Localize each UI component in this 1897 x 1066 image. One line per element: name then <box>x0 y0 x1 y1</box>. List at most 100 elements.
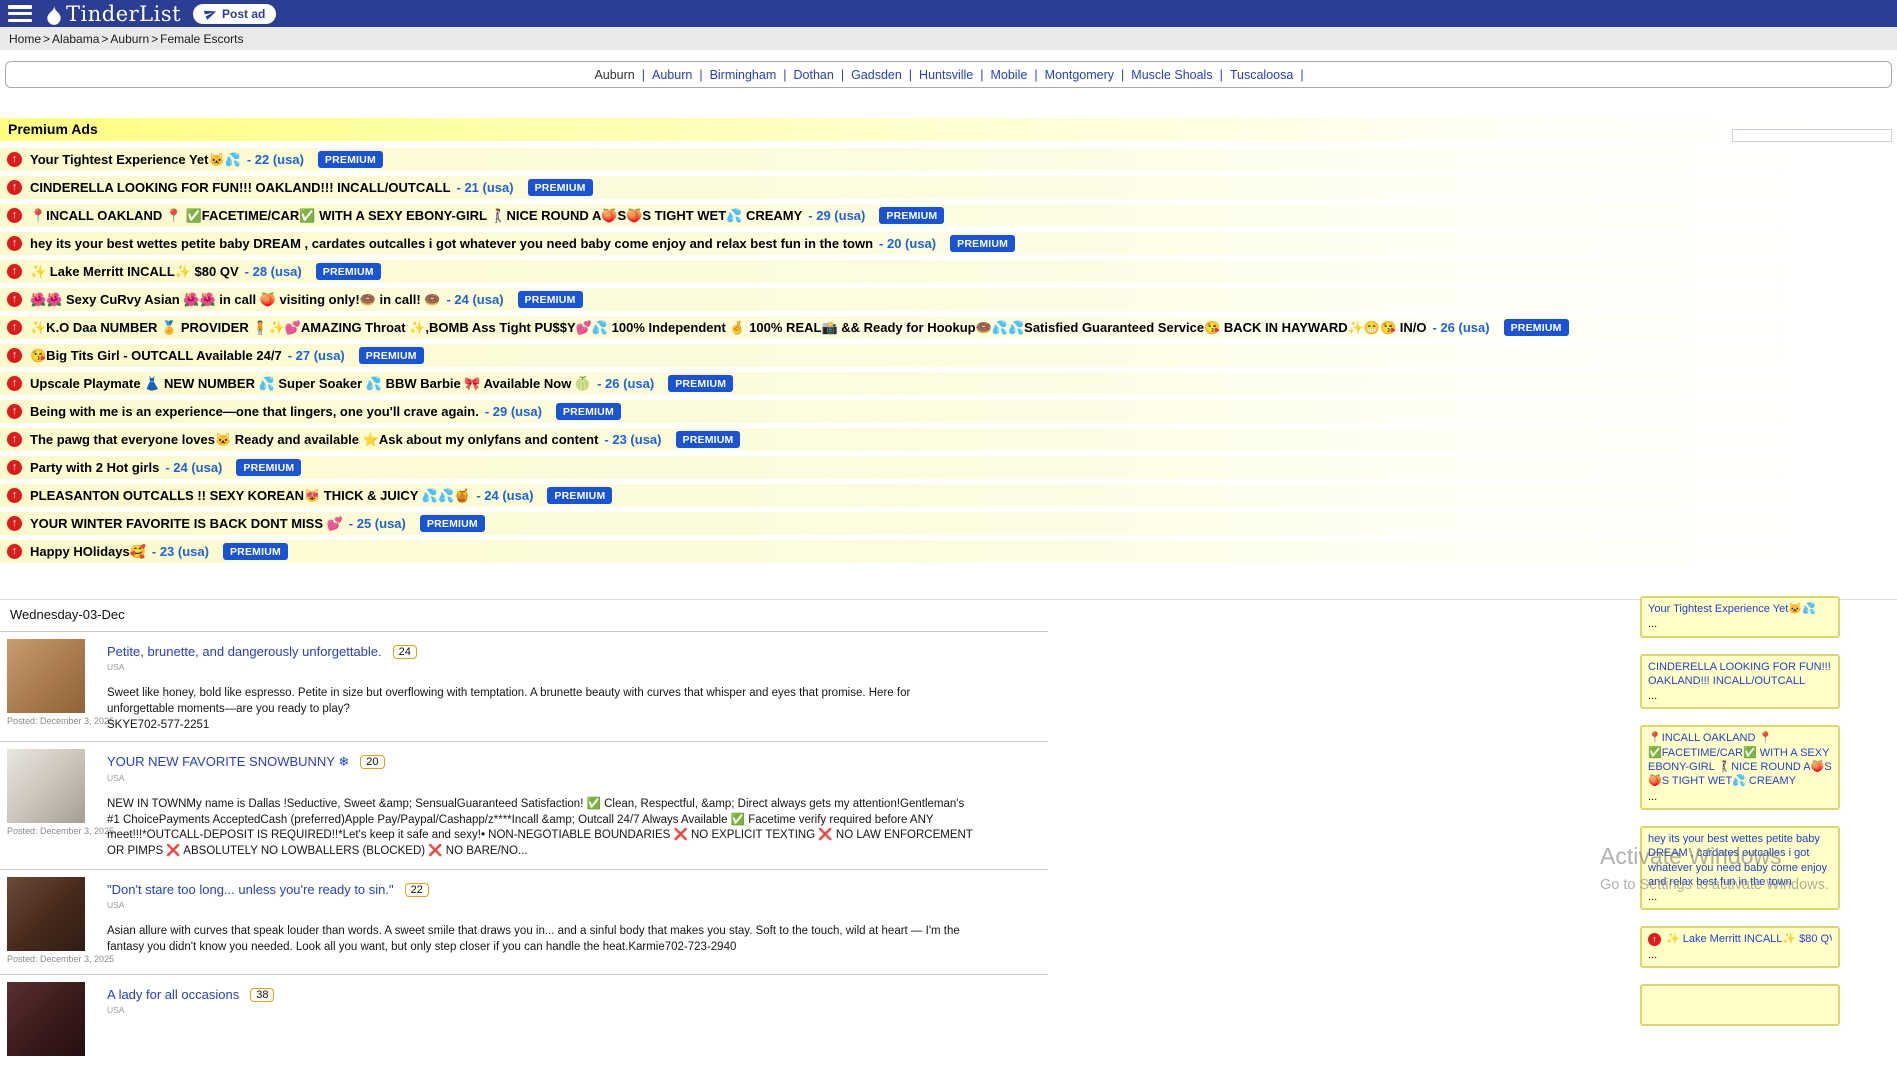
listing-title-link[interactable]: Petite, brunette, and dangerously unforg… <box>107 644 382 659</box>
site-logo[interactable]: TinderList <box>44 2 181 26</box>
breadcrumb-category[interactable]: Female Escorts <box>160 32 243 46</box>
premium-ad-title[interactable]: ✨K.O Daa NUMBER 🏅 PROVIDER 🧍✨💕AMAZING Th… <box>30 320 1427 336</box>
premium-ad-row[interactable]: ↑ ✨K.O Daa NUMBER 🏅 PROVIDER 🧍✨💕AMAZING … <box>0 316 1897 339</box>
premium-ad-row[interactable]: ↑ Being with me is an experience—one tha… <box>0 400 1897 423</box>
premium-ad-row[interactable]: ↑ 📍INCALL OAKLAND 📍 ✅FACETIME/CAR✅ WITH … <box>0 204 1897 227</box>
sidebar-ad-link[interactable]: CINDERELLA LOOKING FOR FUN!!! OAKLAND!!!… <box>1648 660 1832 689</box>
city-link-dothan[interactable]: Dothan <box>790 68 838 82</box>
listing-title-link[interactable]: YOUR NEW FAVORITE SNOWBUNNY ❄ <box>107 754 349 770</box>
premium-ad-age: - 26 (usa) <box>1433 320 1490 335</box>
premium-ad-age: - 21 (usa) <box>457 180 514 195</box>
sidebar-premium-box[interactable]: 📍INCALL OAKLAND 📍 ✅FACETIME/CAR✅ WITH A … <box>1640 725 1840 809</box>
premium-ad-title[interactable]: 📍INCALL OAKLAND 📍 ✅FACETIME/CAR✅ WITH A … <box>30 208 802 224</box>
city-link-huntsville[interactable]: Huntsville <box>915 68 977 82</box>
sidebar-ad-link[interactable]: ✨ Lake Merritt INCALL✨ $80 QV <box>1666 932 1832 946</box>
sidebar-ad-ellipsis: ... <box>1648 890 1832 904</box>
city-link-gadsden[interactable]: Gadsden <box>847 68 906 82</box>
premium-ad-title[interactable]: YOUR WINTER FAVORITE IS BACK DONT MISS 💕 <box>30 516 343 532</box>
city-separator: | <box>780 68 789 82</box>
premium-ad-row[interactable]: ↑ Happy HOlidays🥰 - 23 (usa) PREMIUM <box>0 540 1897 563</box>
premium-ad-row[interactable]: ↑ YOUR WINTER FAVORITE IS BACK DONT MISS… <box>0 512 1897 535</box>
premium-ad-row[interactable]: ↑ Your Tightest Experience Yet🐱💦 - 22 (u… <box>0 148 1897 171</box>
listing-thumbnail[interactable] <box>7 639 85 713</box>
premium-ad-row[interactable]: ↑ 🌺🌺 Sexy CuRvy Asian 🌺🌺 in call 🍑 visit… <box>0 288 1897 311</box>
premium-ad-age: - 24 (usa) <box>165 460 222 475</box>
up-arrow-icon: ↑ <box>7 488 22 503</box>
up-arrow-icon: ↑ <box>7 460 22 475</box>
premium-ad-title[interactable]: Happy HOlidays🥰 <box>30 544 146 560</box>
premium-ad-row[interactable]: ↑ CINDERELLA LOOKING FOR FUN!!! OAKLAND!… <box>0 176 1897 199</box>
city-separator: | <box>1118 68 1127 82</box>
premium-ad-row[interactable]: ↑ PLEASANTON OUTCALLS !! SEXY KOREAN😻 TH… <box>0 484 1897 507</box>
city-separator: | <box>838 68 847 82</box>
sidebar-ad-link[interactable]: hey its your best wettes petite baby DRE… <box>1648 832 1832 889</box>
premium-ad-title[interactable]: hey its your best wettes petite baby DRE… <box>30 236 873 251</box>
sidebar-premium-box[interactable]: ↑ ✨ Lake Merritt INCALL✨ $80 QV ... <box>1640 926 1840 968</box>
listing-contact: SKYE702-577-2251 <box>107 719 979 731</box>
listing-thumbnail[interactable] <box>7 982 85 1056</box>
sidebar-ad-link[interactable]: Your Tightest Experience Yet🐱💦 <box>1648 602 1832 616</box>
premium-ad-title[interactable]: 😘Big Tits Girl - OUTCALL Available 24/7 <box>30 348 282 364</box>
premium-ad-title[interactable]: Party with 2 Hot girls <box>30 460 159 475</box>
premium-ad-title[interactable]: PLEASANTON OUTCALLS !! SEXY KOREAN😻 THIC… <box>30 488 470 504</box>
listing-title-link[interactable]: "Don't stare too long... unless you're r… <box>107 882 394 897</box>
city-separator: | <box>1297 68 1306 82</box>
breadcrumb-home[interactable]: Home <box>9 32 41 46</box>
premium-ad-title[interactable]: Upscale Playmate 👗 NEW NUMBER 💦 Super So… <box>30 376 591 392</box>
up-arrow-icon: ↑ <box>7 264 22 279</box>
flame-icon <box>44 3 64 25</box>
city-link-tuscaloosa[interactable]: Tuscaloosa <box>1226 68 1297 82</box>
horizontal-scrollbar[interactable] <box>1732 129 1892 142</box>
sidebar-ad-link[interactable]: 📍INCALL OAKLAND 📍 ✅FACETIME/CAR✅ WITH A … <box>1648 731 1832 788</box>
listing-title-link[interactable]: A lady for all occasions <box>107 987 239 1002</box>
listing-row: Posted: December 3, 2025 Petite, brunett… <box>0 631 1048 741</box>
premium-ad-row[interactable]: ↑ 😘Big Tits Girl - OUTCALL Available 24/… <box>0 344 1897 367</box>
sidebar-premium-box[interactable]: hey its your best wettes petite baby DRE… <box>1640 826 1840 910</box>
sidebar-ad-ellipsis: ... <box>1648 689 1832 703</box>
premium-ad-age: - 25 (usa) <box>349 516 406 531</box>
date-header: Wednesday-03-Dec <box>0 600 1897 631</box>
listing-thumbnail[interactable] <box>7 749 85 823</box>
listing-posted-date: Posted: December 3, 2025 <box>7 716 97 726</box>
listing-country: USA <box>107 773 979 783</box>
sidebar-premium-box[interactable]: Your Tightest Experience Yet🐱💦 ... <box>1640 596 1840 638</box>
premium-ad-row[interactable]: ↑ Party with 2 Hot girls - 24 (usa) PREM… <box>0 456 1897 479</box>
premium-ad-title[interactable]: CINDERELLA LOOKING FOR FUN!!! OAKLAND!!!… <box>30 180 451 195</box>
post-ad-button[interactable]: Post ad <box>193 4 276 24</box>
breadcrumb-separator: > <box>43 32 50 46</box>
city-link-montgomery[interactable]: Montgomery <box>1041 68 1118 82</box>
premium-ad-row[interactable]: ↑ Upscale Playmate 👗 NEW NUMBER 💦 Super … <box>0 372 1897 395</box>
city-link-birmingham[interactable]: Birmingham <box>706 68 781 82</box>
paper-plane-icon <box>204 7 217 20</box>
listing-thumbnail[interactable] <box>7 877 85 951</box>
city-separator: | <box>906 68 915 82</box>
hamburger-menu-icon[interactable] <box>8 5 32 22</box>
city-link-auburn[interactable]: Auburn <box>648 68 696 82</box>
up-arrow-icon: ↑ <box>7 320 22 335</box>
up-arrow-icon: ↑ <box>7 544 22 559</box>
city-link-mobile[interactable]: Mobile <box>986 68 1031 82</box>
up-arrow-icon: ↑ <box>7 236 22 251</box>
premium-ads-header: Premium Ads <box>0 118 1897 141</box>
post-ad-label: Post ad <box>222 7 265 21</box>
city-link-muscle-shoals[interactable]: Muscle Shoals <box>1127 68 1216 82</box>
premium-badge: PREMIUM <box>668 375 733 392</box>
premium-ad-row[interactable]: ↑ ✨ Lake Merritt INCALL✨ $80 QV - 28 (us… <box>0 260 1897 283</box>
breadcrumb-state[interactable]: Alabama <box>52 32 99 46</box>
sidebar-premium-box[interactable]: CINDERELLA LOOKING FOR FUN!!! OAKLAND!!!… <box>1640 654 1840 710</box>
breadcrumb-city[interactable]: Auburn <box>110 32 149 46</box>
premium-ad-age: - 29 (usa) <box>808 208 865 223</box>
city-current: Auburn <box>590 68 638 82</box>
city-separator: | <box>696 68 705 82</box>
premium-ad-title[interactable]: Being with me is an experience—one that … <box>30 404 479 419</box>
listing-description: NEW IN TOWNMy name is Dallas !Seductive,… <box>107 797 979 859</box>
premium-ad-row[interactable]: ↑ The pawg that everyone loves🐱 Ready an… <box>0 428 1897 451</box>
top-navbar: TinderList Post ad <box>0 0 1897 27</box>
premium-ad-title[interactable]: ✨ Lake Merritt INCALL✨ $80 QV <box>30 264 239 280</box>
premium-ad-title[interactable]: Your Tightest Experience Yet🐱💦 <box>30 152 241 168</box>
premium-ad-title[interactable]: The pawg that everyone loves🐱 Ready and … <box>30 432 598 448</box>
up-arrow-icon: ↑ <box>7 516 22 531</box>
premium-ad-title[interactable]: 🌺🌺 Sexy CuRvy Asian 🌺🌺 in call 🍑 visitin… <box>30 292 440 308</box>
sidebar-premium-box[interactable] <box>1640 984 1840 1026</box>
premium-ad-row[interactable]: ↑ hey its your best wettes petite baby D… <box>0 232 1897 255</box>
